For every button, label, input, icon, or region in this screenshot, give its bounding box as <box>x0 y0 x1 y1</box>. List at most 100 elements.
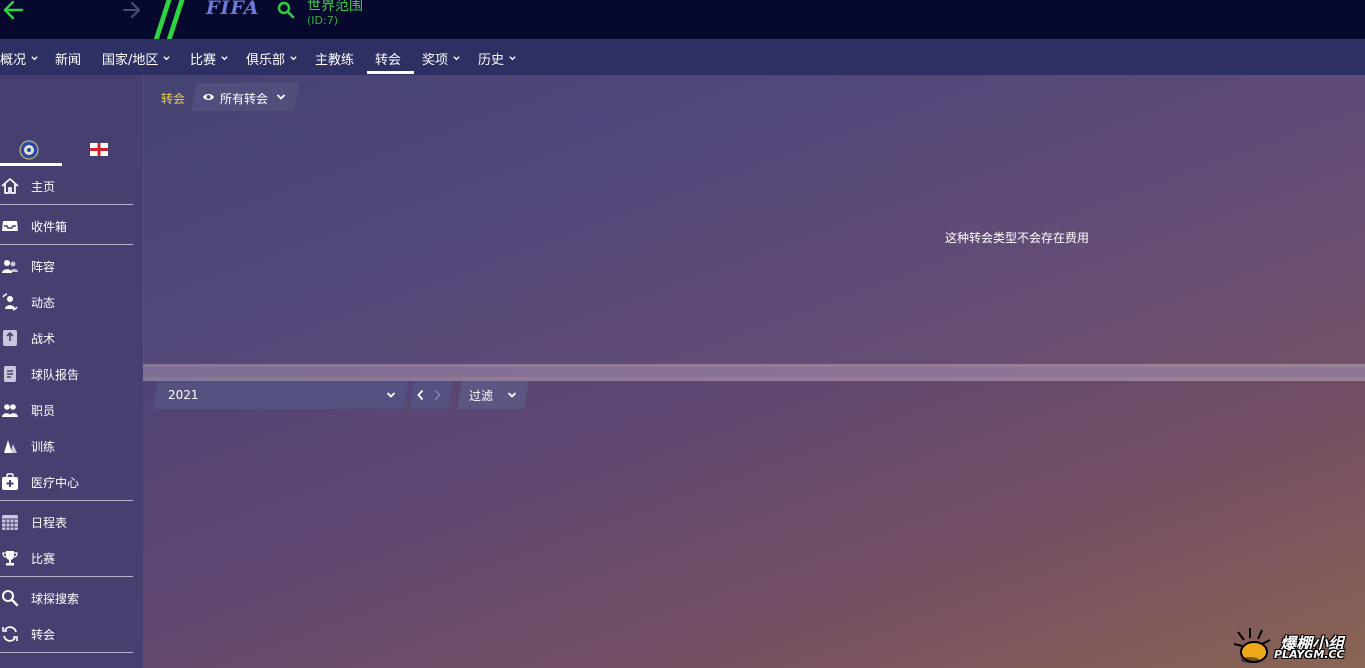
squad-icon <box>2 260 18 273</box>
nav-item-label: 俱乐部 <box>246 53 286 68</box>
sidebar-item-label: 主页 <box>31 179 56 194</box>
sidebar-item-label: 动态 <box>31 295 56 310</box>
sidebar-divider <box>0 204 133 205</box>
home-icon <box>1 178 19 194</box>
nav-item-competitions[interactable]: 比赛 <box>190 49 229 68</box>
chevron-down-icon <box>290 56 297 61</box>
calendar-icon <box>2 515 18 530</box>
chevron-down-icon <box>276 92 286 102</box>
sidebar-item-label: 日程表 <box>31 515 68 530</box>
transfer-icon <box>2 626 18 642</box>
nav-item-transfers[interactable]: 转会 <box>375 49 401 68</box>
nav-item-label: 比赛 <box>190 53 217 68</box>
top-bar: FIFA ® 世界范围 (ID:7) <box>0 0 1365 39</box>
sidebar-item-team-report[interactable]: 球队报告 <box>0 359 133 389</box>
sidebar-item-label: 球队报告 <box>31 367 80 382</box>
sidebar-item-label: 职员 <box>31 403 56 418</box>
trophy-icon <box>2 551 18 566</box>
nav-item-label: 概况 <box>0 53 27 68</box>
active-tab-indicator <box>367 71 414 74</box>
chevron-right-icon[interactable] <box>433 389 442 401</box>
sidebar-divider <box>0 244 133 245</box>
sidebar-item-label: 战术 <box>31 331 56 346</box>
dropdown-label: 所有转会 <box>220 92 269 106</box>
year-pager <box>409 381 453 409</box>
nav-item-awards[interactable]: 奖项 <box>422 49 461 68</box>
chevron-down-icon <box>386 390 396 400</box>
sidebar-item-label: 阵容 <box>31 259 56 274</box>
transfer-view-dropdown[interactable]: 所有转会 <box>192 83 299 111</box>
chevron-down-icon <box>453 56 460 61</box>
sidebar-item-tactics[interactable]: 战术 <box>0 323 133 353</box>
chevron-down-icon <box>507 390 517 400</box>
inbox-icon <box>2 221 18 231</box>
sidebar-item-transfers[interactable]: 转会 <box>0 619 133 649</box>
sidebar-item-label: 比赛 <box>31 551 56 566</box>
sidebar-item-schedule[interactable]: 日程表 <box>0 507 133 537</box>
sidebar-item-home[interactable]: 主页 <box>0 171 133 201</box>
context-title[interactable]: 世界范围 <box>307 0 363 15</box>
sidebar-item-label: 收件箱 <box>31 219 68 234</box>
sidebar-item-label: 医疗中心 <box>31 475 80 490</box>
sidebar: 主页 收件箱 阵容 动态 战术 球队报告 职员 训练 医疗中心 日程表 比赛 球… <box>0 75 143 668</box>
year-value: 2021 <box>168 388 199 402</box>
watermark-url: PLAYGM.CC <box>1274 648 1345 661</box>
nav-item-label: 奖项 <box>422 53 449 68</box>
search-icon[interactable] <box>277 1 295 19</box>
active-tab-indicator <box>0 163 62 166</box>
sidebar-item-squad[interactable]: 阵容 <box>0 251 133 281</box>
tactics-icon <box>3 330 17 346</box>
sidebar-item-competitions[interactable]: 比赛 <box>0 543 133 573</box>
breadcrumb[interactable]: 转会 <box>161 90 185 107</box>
england-flag-icon[interactable] <box>90 143 108 156</box>
watermark-logo-icon <box>1233 628 1271 663</box>
main-nav: 概况 新闻 国家/地区 比赛 俱乐部 主教练 转会 奖项 历史 <box>0 39 1365 75</box>
nav-item-overview[interactable]: 概况 <box>0 49 39 68</box>
nav-item-label: 历史 <box>478 53 505 68</box>
nav-item-nations[interactable]: 国家/地区 <box>102 49 171 68</box>
sidebar-divider <box>0 500 133 501</box>
sidebar-item-scouting[interactable]: 球探搜索 <box>0 583 133 613</box>
sidebar-item-inbox[interactable]: 收件箱 <box>0 211 133 241</box>
nav-item-label: 新闻 <box>55 53 82 68</box>
chevron-down-icon <box>163 56 171 61</box>
sidebar-item-label: 转会 <box>31 627 56 642</box>
report-icon <box>4 366 16 382</box>
forward-arrow-icon[interactable] <box>122 0 142 21</box>
back-arrow-icon[interactable] <box>2 0 24 22</box>
medical-icon <box>2 473 18 490</box>
context-id: (ID:7) <box>307 14 339 27</box>
sidebar-item-training[interactable]: 训练 <box>0 431 133 461</box>
registered-mark: ® <box>249 1 256 9</box>
nav-item-label: 主教练 <box>315 53 355 68</box>
nav-item-managers[interactable]: 主教练 <box>315 49 354 68</box>
empty-state-message: 这种转会类型不会存在费用 <box>945 231 1090 245</box>
training-icon <box>4 440 17 453</box>
filter-label: 过滤 <box>469 389 494 403</box>
chevron-down-icon <box>31 56 38 61</box>
chevron-left-icon[interactable] <box>416 389 425 401</box>
sidebar-item-medical-centre[interactable]: 医疗中心 <box>0 467 133 497</box>
club-crest-icon[interactable] <box>19 140 39 160</box>
eye-icon <box>202 92 215 102</box>
nav-item-label: 国家/地区 <box>102 53 159 68</box>
staff-icon <box>2 404 18 417</box>
search-icon <box>2 590 19 607</box>
nav-item-clubs[interactable]: 俱乐部 <box>246 49 298 68</box>
nav-item-label: 转会 <box>375 53 402 68</box>
panel-divider <box>143 364 1365 381</box>
nav-item-news[interactable]: 新闻 <box>55 49 81 68</box>
sidebar-divider <box>0 576 133 577</box>
nav-item-history[interactable]: 历史 <box>478 49 517 68</box>
filter-button[interactable]: 过滤 <box>457 381 529 409</box>
chevron-down-icon <box>221 56 228 61</box>
transfers-panel <box>143 75 1365 364</box>
sidebar-item-dynamics[interactable]: 动态 <box>0 287 133 317</box>
sidebar-divider <box>0 652 133 653</box>
sidebar-item-label: 训练 <box>31 439 56 454</box>
sidebar-item-staff[interactable]: 职员 <box>0 395 133 425</box>
sidebar-item-label: 球探搜索 <box>31 591 80 606</box>
dynamics-icon <box>2 293 18 311</box>
year-select[interactable]: 2021 <box>153 381 409 409</box>
chevron-down-icon <box>509 56 516 61</box>
